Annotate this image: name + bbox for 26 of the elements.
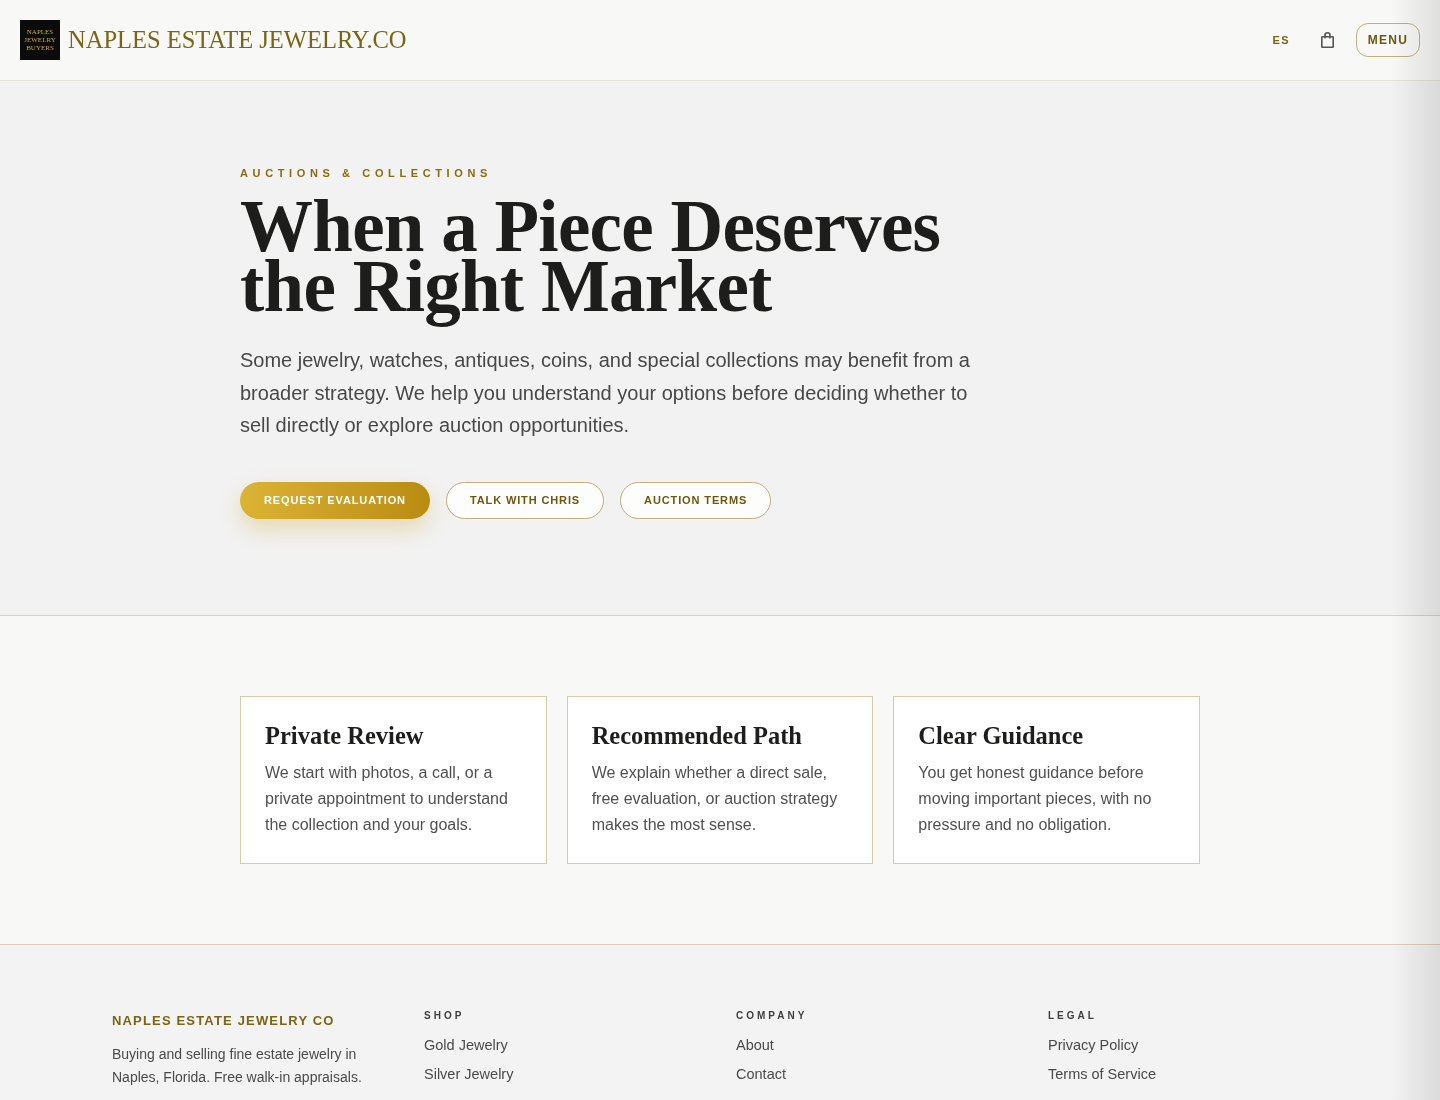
card-title: Private Review	[265, 721, 425, 751]
footer-column-title: LEGAL	[1048, 1009, 1097, 1023]
card-text: We start with photos, a call, or a private appointment to understand the collection and your goals.	[265, 763, 509, 835]
card-text: We explain whether a direct sale, free evaluation, or auction strategy makes the most sense.	[591, 763, 839, 835]
card-text: You get honest guidance before moving important pieces, with no pressure and no obligation.	[918, 763, 1153, 835]
footer-link[interactable]: Contact	[736, 1065, 786, 1084]
card-title: Recommended Path	[591, 721, 803, 751]
site-name-link[interactable]: NAPLES ESTATE JEWELRY.CO	[68, 25, 407, 55]
footer-link[interactable]: Terms of Service	[1048, 1065, 1156, 1084]
language-link[interactable]: ES	[1272, 31, 1290, 49]
card-title: Clear Guidance	[918, 721, 1085, 751]
hero-description: Some jewelry, watches, antiques, coins, and special collections may benefit from a broader strategy. We help you understand your options before deciding whether to sell directly or explore auction opportunities.	[240, 348, 971, 438]
footer-column-title: SHOP	[424, 1009, 465, 1023]
outline-button[interactable]: TALK WITH CHRIS	[445, 481, 605, 519]
menu-button[interactable]: MENU	[1355, 23, 1420, 57]
footer-link[interactable]: Privacy Policy	[1048, 1036, 1139, 1055]
footer-link[interactable]: Gold Jewelry	[424, 1036, 508, 1055]
footer-column-title: COMPANY	[736, 1009, 808, 1023]
footer-brand-name: NAPLES ESTATE JEWELRY CO	[112, 1012, 335, 1030]
bag-icon[interactable]	[1320, 32, 1334, 48]
eyebrow-text: AUCTIONS & COLLECTIONS	[240, 166, 492, 181]
footer-link[interactable]: Silver Jewelry	[424, 1065, 514, 1084]
hero-heading: When a Piece Deserves the Right Market	[240, 197, 942, 327]
outline-button[interactable]: AUCTION TERMS	[620, 481, 772, 519]
footer-link[interactable]: About	[736, 1036, 774, 1055]
footer-description: Buying and selling fine estate jewelry in Naples, Florida. Free walk-in appraisals.	[112, 1045, 363, 1087]
